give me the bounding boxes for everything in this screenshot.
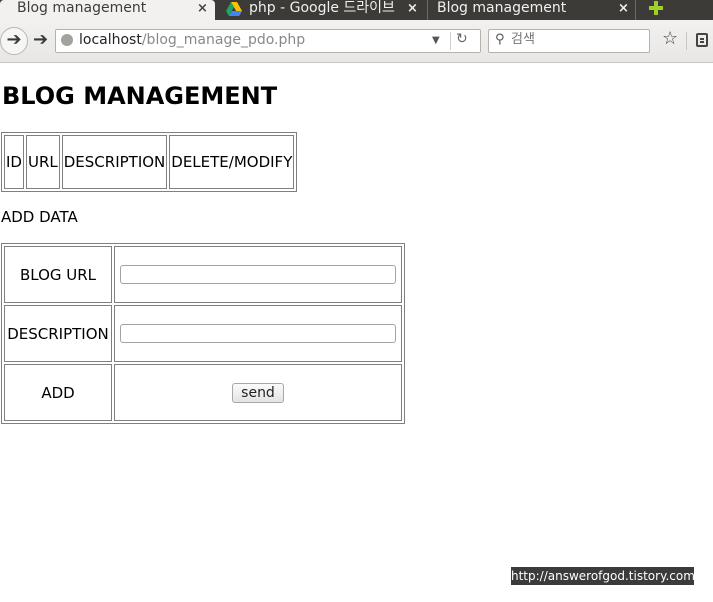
search-icon: ⚲: [495, 32, 505, 47]
google-drive-icon: [226, 2, 242, 16]
url-path: /blog_manage_pdo.php: [141, 32, 306, 48]
reload-icon[interactable]: ↻: [456, 31, 468, 47]
table-header-row: ID URL DESCRIPTION DELETE/MODIFY: [4, 135, 295, 189]
add-data-label: ADD DATA: [1, 208, 78, 226]
dropdown-arrow-icon[interactable]: ▼: [432, 35, 440, 46]
tab-bar: Blog management × php - Google 드라이브 × Bl…: [0, 0, 713, 20]
add-label: ADD: [4, 364, 112, 421]
tab-label: php - Google 드라이브: [249, 0, 395, 16]
description-label: DESCRIPTION: [4, 305, 112, 362]
header-url: URL: [25, 135, 60, 189]
header-id: ID: [4, 135, 24, 189]
search-input[interactable]: [511, 32, 641, 47]
search-box[interactable]: ⚲: [488, 29, 650, 53]
form-row-description: DESCRIPTION: [4, 305, 402, 362]
tab-close-icon[interactable]: ×: [618, 0, 629, 17]
tab-label: Blog management: [437, 0, 567, 16]
header-delete-modify: DELETE/MODIFY: [169, 135, 295, 189]
page-title: BLOG MANAGEMENT: [2, 82, 278, 110]
forward-arrow-icon[interactable]: ➔: [33, 29, 48, 50]
tab-google-drive[interactable]: php - Google 드라이브 ×: [219, 0, 428, 20]
form-row-blog-url: BLOG URL: [4, 246, 402, 303]
url-text: localhost/blog_manage_pdo.php: [79, 32, 305, 48]
blog-list-table: ID URL DESCRIPTION DELETE/MODIFY: [1, 132, 298, 192]
send-button[interactable]: send: [232, 382, 284, 403]
blog-url-input[interactable]: [120, 265, 396, 284]
star-icon[interactable]: ☆: [662, 28, 678, 49]
tab-label: Blog management: [17, 0, 147, 16]
navigation-toolbar: ➔ ➔ localhost/blog_manage_pdo.php ▼ ↻ ⚲ …: [0, 20, 713, 63]
page-content: BLOG MANAGEMENT ID URL DESCRIPTION DELET…: [0, 63, 713, 602]
tab-blog-management[interactable]: Blog management ×: [428, 0, 636, 20]
globe-icon: [61, 34, 73, 46]
tab-blog-management-active[interactable]: Blog management ×: [0, 0, 215, 20]
tab-close-icon[interactable]: ×: [197, 0, 208, 17]
description-input[interactable]: [120, 324, 396, 343]
toolbar-divider: [686, 32, 687, 50]
back-arrow-icon[interactable]: ➔: [0, 27, 28, 55]
tab-close-icon[interactable]: ×: [407, 0, 418, 17]
add-data-form: BLOG URL DESCRIPTION ADD send: [1, 243, 405, 424]
new-tab-icon[interactable]: [648, 0, 664, 16]
watermark: http://answerofgod.tistory.com: [511, 567, 695, 585]
url-divider: [450, 32, 451, 50]
url-host: localhost: [79, 32, 142, 48]
description-cell: [114, 305, 402, 362]
blog-url-cell: [114, 246, 402, 303]
address-bar[interactable]: localhost/blog_manage_pdo.php ▼ ↻: [55, 29, 481, 53]
header-description: DESCRIPTION: [61, 135, 168, 189]
blog-url-label: BLOG URL: [4, 246, 112, 303]
reader-icon[interactable]: [696, 33, 708, 47]
send-cell: send: [114, 364, 402, 421]
form-row-add: ADD send: [4, 364, 402, 421]
